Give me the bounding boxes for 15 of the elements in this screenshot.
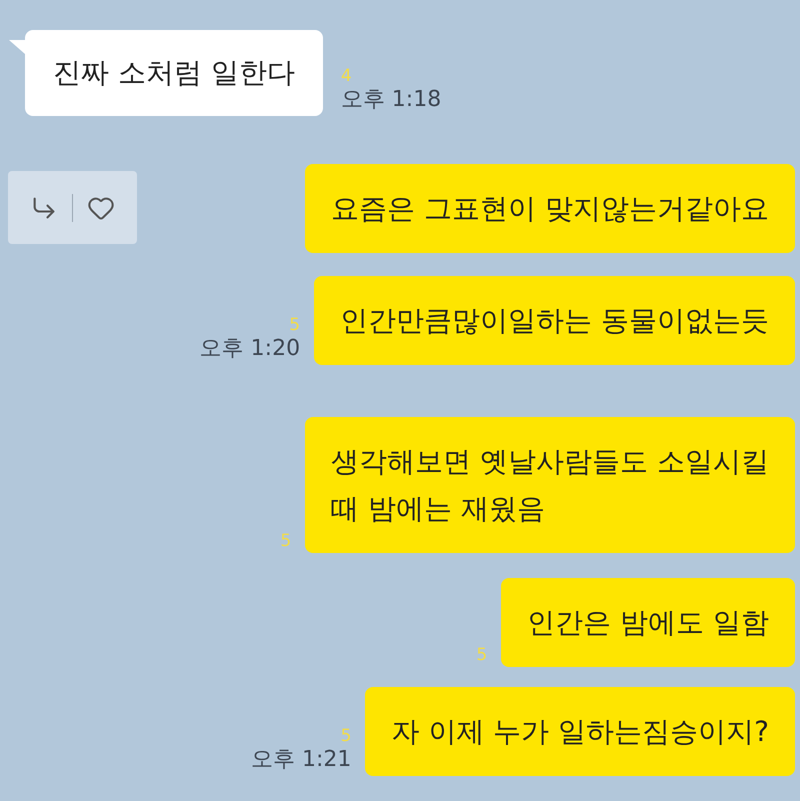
message-bubble: 진짜 소처럼 일한다 xyxy=(25,30,323,116)
message-bubble: 생각해보면 옛날사람들도 소일시킬 때 밤에는 재웠음 xyxy=(305,417,795,553)
message-bubble: 요즘은 그표현이 맞지않는거같아요 xyxy=(305,164,795,253)
message-bubble: 인간은 밤에도 일함 xyxy=(501,578,795,667)
bubble-tail xyxy=(9,40,25,54)
message-bubble: 자 이제 누가 일하는짐승이지? xyxy=(365,687,795,776)
message-time: 오후 1:21 xyxy=(251,746,352,774)
message-bubble: 인간만큼많이일하는 동물이없는듯 xyxy=(314,276,795,365)
unread-count: 5 xyxy=(280,531,292,551)
unread-count: 5 xyxy=(340,726,352,746)
message-time: 오후 1:18 xyxy=(340,86,442,114)
unread-count: 5 xyxy=(289,315,300,335)
unread-count: 4 xyxy=(340,66,352,86)
unread-count: 5 xyxy=(476,645,488,665)
message-time: 오후 1:20 xyxy=(200,335,300,363)
